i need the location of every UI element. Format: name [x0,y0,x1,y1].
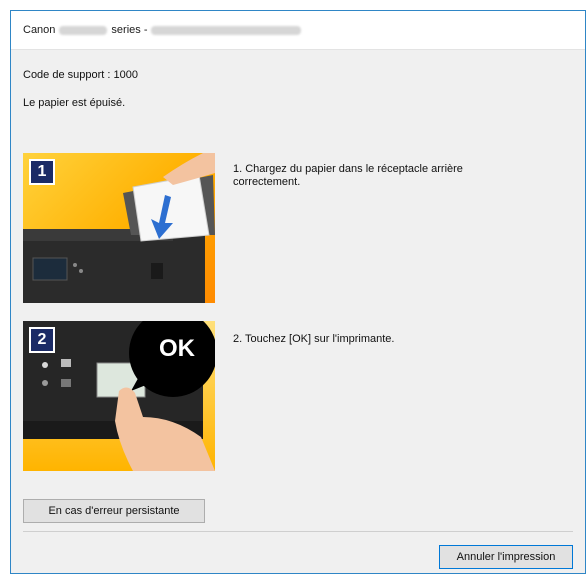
step1-illustration: 1 [23,153,215,303]
step1-badge: 1 [29,159,55,185]
title-series: series - [111,24,148,36]
step2-badge: 2 [29,327,55,353]
support-code: Code de support : 1000 [23,69,138,81]
title-port-redacted [151,25,302,35]
step2-illustration: 2 OK [23,321,215,471]
title-brand: Canon [23,24,56,36]
error-message: Le papier est épuisé. [23,97,126,109]
step2-instruction: 2. Touchez [OK] sur l'imprimante. [233,333,395,345]
title-model-redacted [59,25,108,35]
persistent-error-button[interactable]: En cas d'erreur persistante [23,499,205,523]
separator [23,531,573,532]
ok-label: OK [159,335,195,362]
cancel-printing-button[interactable]: Annuler l'impression [439,545,573,569]
dialog-window: Canon series - Code de support : 1000 Le… [10,10,586,574]
title-bar: Canon series - [11,11,585,50]
step1-instruction: 1. Chargez du papier dans le réceptacle … [233,163,463,188]
